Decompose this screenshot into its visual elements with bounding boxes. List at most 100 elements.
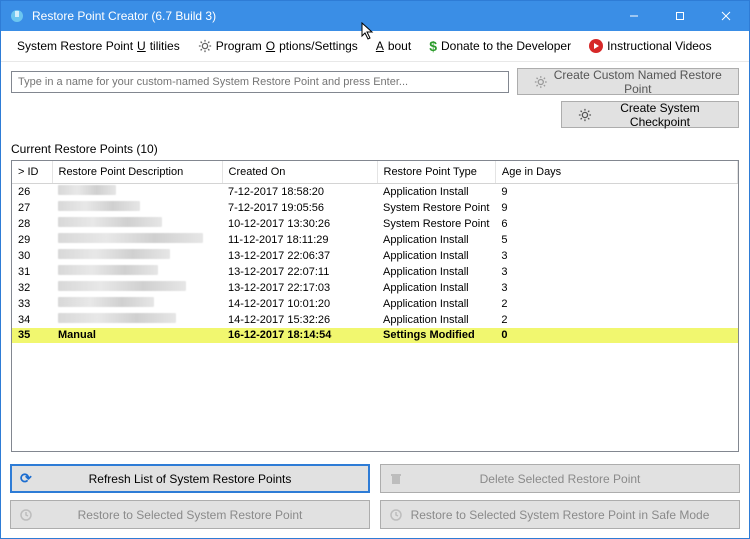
delete-icon bbox=[389, 472, 403, 486]
cell-id: 31 bbox=[12, 264, 52, 280]
cell-id: 29 bbox=[12, 232, 52, 248]
cell-type: Application Install bbox=[377, 264, 495, 280]
top-actions: Create Custom Named Restore Point Create… bbox=[1, 62, 749, 132]
table-row[interactable]: 277-12-2017 19:05:56System Restore Point… bbox=[12, 200, 738, 216]
cell-desc bbox=[52, 248, 222, 264]
dollar-icon: $ bbox=[429, 38, 437, 54]
cell-created: 13-12-2017 22:17:03 bbox=[222, 280, 377, 296]
cell-type: Application Install bbox=[377, 312, 495, 328]
gear-icon bbox=[198, 39, 212, 53]
cell-id: 28 bbox=[12, 216, 52, 232]
cell-age: 0 bbox=[495, 328, 737, 343]
cell-desc bbox=[52, 200, 222, 216]
button-label: Refresh List of System Restore Points bbox=[89, 472, 292, 486]
menubar: System Restore Point Utilities Program O… bbox=[1, 31, 749, 62]
button-label: Restore to Selected System Restore Point… bbox=[411, 508, 710, 522]
col-type[interactable]: Restore Point Type bbox=[377, 161, 495, 183]
restore-icon bbox=[389, 508, 403, 522]
redacted-text bbox=[58, 313, 176, 323]
create-checkpoint-button[interactable]: Create System Checkpoint bbox=[561, 101, 739, 128]
titlebar: Restore Point Creator (6.7 Build 3) bbox=[1, 1, 749, 31]
maximize-button[interactable] bbox=[657, 1, 703, 31]
minimize-button[interactable] bbox=[611, 1, 657, 31]
create-custom-button[interactable]: Create Custom Named Restore Point bbox=[517, 68, 739, 95]
table-row[interactable]: 3314-12-2017 10:01:20Application Install… bbox=[12, 296, 738, 312]
table-row[interactable]: 3414-12-2017 15:32:26Application Install… bbox=[12, 312, 738, 328]
gear-icon bbox=[578, 107, 592, 123]
menu-videos[interactable]: Instructional Videos bbox=[587, 37, 714, 55]
table-row[interactable]: 35Manual16-12-2017 18:14:54Settings Modi… bbox=[12, 328, 738, 343]
col-age[interactable]: Age in Days bbox=[495, 161, 737, 183]
menu-text: bout bbox=[388, 39, 411, 53]
button-label: Delete Selected Restore Point bbox=[480, 472, 641, 486]
cell-created: 7-12-2017 18:58:20 bbox=[222, 183, 377, 200]
cell-age: 5 bbox=[495, 232, 737, 248]
cell-id: 33 bbox=[12, 296, 52, 312]
redacted-text bbox=[58, 201, 140, 211]
bottom-buttons: ⟳ Refresh List of System Restore Points … bbox=[10, 464, 740, 529]
delete-button[interactable]: Delete Selected Restore Point bbox=[380, 464, 740, 493]
redacted-text bbox=[58, 297, 154, 307]
cell-id: 26 bbox=[12, 183, 52, 200]
cell-desc bbox=[52, 232, 222, 248]
redacted-text bbox=[58, 233, 203, 243]
cell-age: 2 bbox=[495, 312, 737, 328]
redacted-text bbox=[58, 217, 162, 227]
table-row[interactable]: 267-12-2017 18:58:20Application Install9 bbox=[12, 183, 738, 200]
table-row[interactable]: 2911-12-2017 18:11:29Application Install… bbox=[12, 232, 738, 248]
cell-id: 35 bbox=[12, 328, 52, 343]
cell-desc bbox=[52, 264, 222, 280]
cell-desc bbox=[52, 183, 222, 200]
redacted-text bbox=[58, 265, 158, 275]
button-label: Create Custom Named Restore Point bbox=[554, 68, 722, 96]
cell-age: 2 bbox=[495, 296, 737, 312]
cell-age: 3 bbox=[495, 264, 737, 280]
redacted-text bbox=[58, 249, 170, 259]
restore-points-table: > ID Restore Point Description Created O… bbox=[11, 160, 739, 452]
cell-desc bbox=[52, 216, 222, 232]
cell-type: System Restore Point bbox=[377, 200, 495, 216]
cell-created: 14-12-2017 15:32:26 bbox=[222, 312, 377, 328]
table-row[interactable]: 3213-12-2017 22:17:03Application Install… bbox=[12, 280, 738, 296]
cell-type: Settings Modified bbox=[377, 328, 495, 343]
menu-utilities[interactable]: System Restore Point Utilities bbox=[15, 37, 182, 55]
play-icon bbox=[589, 39, 603, 53]
section-label: Current Restore Points (10) bbox=[1, 132, 749, 160]
cell-desc bbox=[52, 296, 222, 312]
table-header-row: > ID Restore Point Description Created O… bbox=[12, 161, 738, 183]
restore-button[interactable]: Restore to Selected System Restore Point bbox=[10, 500, 370, 529]
cell-desc bbox=[52, 280, 222, 296]
col-created[interactable]: Created On bbox=[222, 161, 377, 183]
cell-type: Application Install bbox=[377, 248, 495, 264]
close-button[interactable] bbox=[703, 1, 749, 31]
restore-point-name-input[interactable] bbox=[11, 71, 509, 93]
cell-age: 6 bbox=[495, 216, 737, 232]
window-title: Restore Point Creator (6.7 Build 3) bbox=[32, 9, 611, 23]
cell-type: System Restore Point bbox=[377, 216, 495, 232]
menu-text: System Restore Point bbox=[17, 39, 133, 53]
table-row[interactable]: 2810-12-2017 13:30:26System Restore Poin… bbox=[12, 216, 738, 232]
restore-safe-button[interactable]: Restore to Selected System Restore Point… bbox=[380, 500, 740, 529]
table-row[interactable]: 3013-12-2017 22:06:37Application Install… bbox=[12, 248, 738, 264]
menu-donate[interactable]: $ Donate to the Developer bbox=[427, 36, 573, 56]
cell-id: 30 bbox=[12, 248, 52, 264]
col-id[interactable]: > ID bbox=[12, 161, 52, 183]
col-desc[interactable]: Restore Point Description bbox=[52, 161, 222, 183]
app-icon bbox=[9, 8, 25, 24]
cell-created: 7-12-2017 19:05:56 bbox=[222, 200, 377, 216]
refresh-button[interactable]: ⟳ Refresh List of System Restore Points bbox=[10, 464, 370, 493]
menu-text: Donate to the Developer bbox=[441, 39, 571, 53]
menu-text: Instructional Videos bbox=[607, 39, 712, 53]
cell-desc bbox=[52, 312, 222, 328]
menu-options[interactable]: Program Options/Settings bbox=[196, 37, 360, 55]
table-row[interactable]: 3113-12-2017 22:07:11Application Install… bbox=[12, 264, 738, 280]
window-controls bbox=[611, 1, 749, 31]
cell-type: Application Install bbox=[377, 183, 495, 200]
menu-about[interactable]: About bbox=[374, 37, 413, 55]
cell-type: Application Install bbox=[377, 232, 495, 248]
cell-age: 3 bbox=[495, 280, 737, 296]
cell-id: 32 bbox=[12, 280, 52, 296]
cell-created: 14-12-2017 10:01:20 bbox=[222, 296, 377, 312]
gear-icon bbox=[534, 74, 548, 90]
refresh-icon: ⟳ bbox=[20, 470, 32, 487]
